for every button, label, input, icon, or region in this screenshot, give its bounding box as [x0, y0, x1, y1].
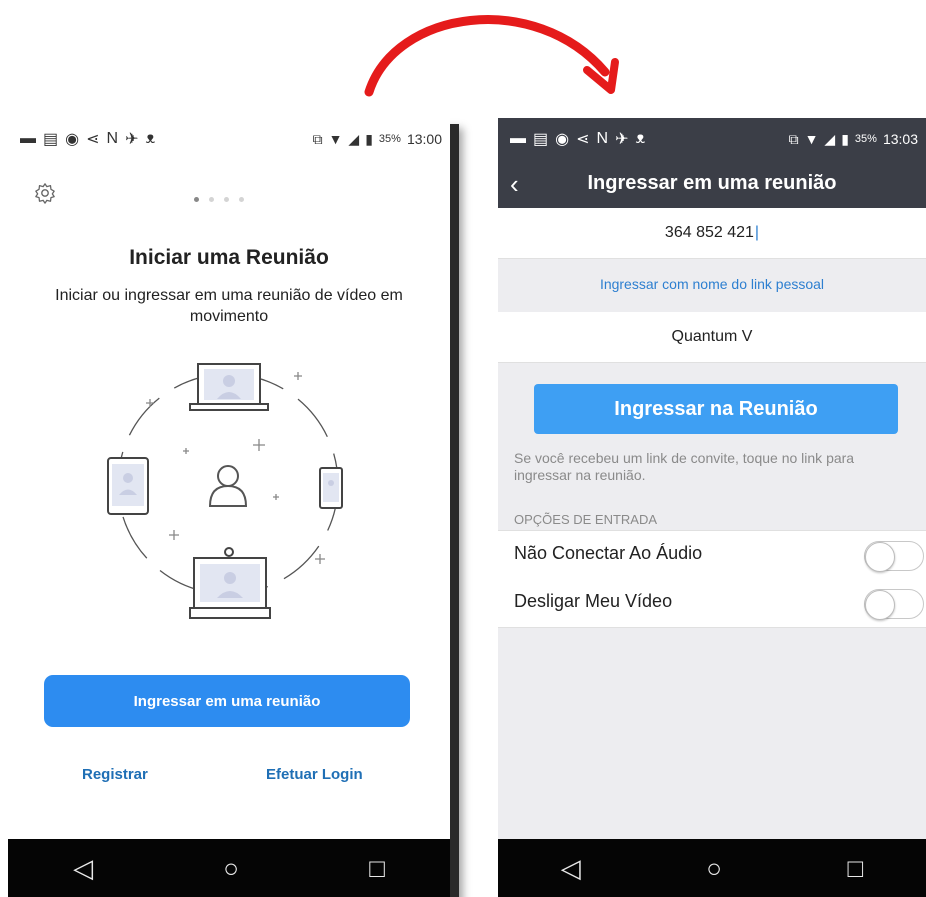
meeting-id-input[interactable]: 364 852 421 | — [498, 208, 926, 259]
facebook-icon: ◉ — [555, 131, 570, 148]
option-label: Desligar Meu Vídeo — [514, 591, 673, 611]
nav-back-icon[interactable]: ◁ — [73, 855, 93, 881]
netflix-icon: N — [106, 130, 119, 147]
nav-home-icon[interactable]: ○ — [706, 855, 722, 881]
register-link[interactable]: Registrar — [82, 766, 148, 783]
battery-percent: 35% — [378, 133, 401, 145]
message-icon: ▬ — [20, 130, 36, 147]
app-icon: ᴥ — [635, 130, 646, 147]
video-off-toggle[interactable] — [864, 589, 924, 620]
phone-start-meeting: ▬ ▤ ◉ ⋖ N ✈ ᴥ ⧉ ▼ ◢ ▮ 35% 13:00 Iniciar … — [8, 118, 450, 897]
wifi-icon: ▼ — [804, 131, 819, 147]
page-subtitle: Iniciar ou ingressar em uma reunião de v… — [55, 287, 403, 325]
signal-icon: ◢ — [824, 130, 836, 147]
display-name-value: Quantum V — [671, 328, 753, 345]
twitter-icon: ✈ — [615, 131, 629, 148]
facebook-icon: ◉ — [65, 131, 80, 148]
app-icon: ᴥ — [145, 130, 156, 147]
battery-icon: ▮ — [365, 130, 373, 147]
person-icon — [208, 465, 248, 507]
document-icon: ▤ — [533, 131, 549, 148]
join-form: 364 852 421 | Ingressar com nome do link … — [498, 208, 926, 839]
share-icon: ⋖ — [86, 131, 100, 148]
wifi-icon: ▼ — [328, 131, 343, 147]
phone-icon — [319, 467, 343, 509]
cast-icon: ⧉ — [312, 130, 323, 147]
invite-link-hint: Se você recebeu um link de convite, toqu… — [514, 450, 855, 483]
clock: 13:03 — [882, 131, 918, 147]
tablet-icon — [107, 457, 149, 515]
page-title: Iniciar uma Reunião — [129, 246, 329, 269]
display-name-input[interactable]: Quantum V — [498, 312, 926, 363]
document-icon: ▤ — [43, 131, 59, 148]
twitter-icon: ✈ — [125, 131, 139, 148]
nav-back-icon[interactable]: ◁ — [561, 855, 581, 881]
nav-recent-icon[interactable]: □ — [369, 855, 385, 881]
page-indicator[interactable] — [194, 197, 244, 202]
clock: 13:00 — [406, 131, 442, 147]
meeting-illustration — [107, 363, 343, 619]
option-no-audio[interactable]: Não Conectar Ao Áudio — [498, 530, 926, 580]
android-nav-bar: ◁ ○ □ — [8, 839, 450, 897]
text-cursor: | — [754, 224, 760, 241]
join-meeting-button[interactable]: Ingressar em uma reunião — [44, 675, 410, 727]
notification-icons: ▬ ▤ ◉ ⋖ N ✈ ᴥ — [498, 129, 645, 149]
nav-home-icon[interactable]: ○ — [223, 855, 239, 881]
join-meeting-button[interactable]: Ingressar na Reunião — [534, 384, 898, 434]
cast-icon: ⧉ — [788, 130, 799, 147]
webcam-icon — [189, 547, 271, 619]
header-title: Ingressar em uma reunião — [587, 172, 837, 194]
option-video-off[interactable]: Desligar Meu Vídeo — [498, 579, 926, 628]
status-bar: ▬ ▤ ◉ ⋖ N ✈ ᴥ ⧉ ▼ ◢ ▮ 35% 13:03 — [498, 118, 926, 160]
section-header-join-options: OPÇÕES DE ENTRADA — [514, 512, 658, 527]
netflix-icon: N — [596, 130, 609, 147]
personal-link-name-link[interactable]: Ingressar com nome do link pessoal — [498, 276, 926, 292]
share-icon: ⋖ — [576, 131, 590, 148]
no-audio-toggle[interactable] — [864, 541, 924, 572]
battery-icon: ▮ — [841, 130, 849, 147]
login-link[interactable]: Efetuar Login — [266, 766, 363, 783]
signal-icon: ◢ — [348, 130, 360, 147]
status-bar: ▬ ▤ ◉ ⋖ N ✈ ᴥ ⧉ ▼ ◢ ▮ 35% 13:00 — [8, 118, 450, 160]
option-label: Não Conectar Ao Áudio — [514, 543, 703, 563]
meeting-id-value: 364 852 421 — [664, 224, 754, 241]
message-icon: ▬ — [510, 130, 526, 147]
phone-join-meeting: ▬ ▤ ◉ ⋖ N ✈ ᴥ ⧉ ▼ ◢ ▮ 35% 13:03 ‹ Ingres… — [498, 118, 926, 897]
gear-icon[interactable] — [34, 182, 56, 204]
android-nav-bar: ◁ ○ □ — [498, 839, 926, 897]
battery-percent: 35% — [854, 133, 877, 145]
nav-recent-icon[interactable]: □ — [848, 855, 864, 881]
red-arrow-icon — [364, 15, 619, 97]
header-bar: ‹ Ingressar em uma reunião — [498, 160, 926, 208]
laptop-icon — [189, 363, 269, 411]
notification-icons: ▬ ▤ ◉ ⋖ N ✈ ᴥ — [8, 129, 155, 149]
